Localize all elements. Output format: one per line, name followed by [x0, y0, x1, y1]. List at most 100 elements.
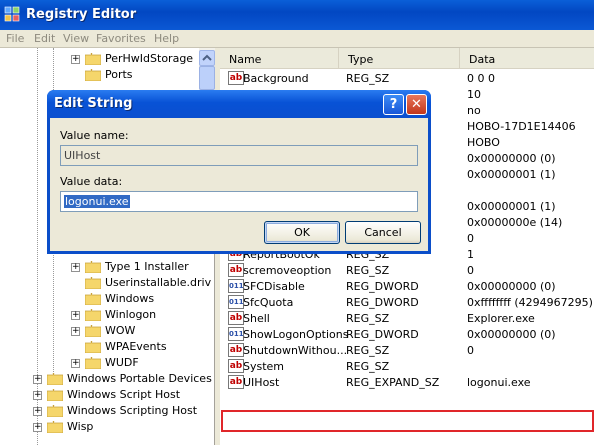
binary-value-icon: 011 [228, 295, 244, 309]
value-type: REG_EXPAND_SZ [346, 376, 440, 389]
value-data: 1 [467, 248, 474, 261]
list-row[interactable]: 011 ShowLogonOptions REG_DWORD 0x00000000 (… [220, 326, 594, 343]
value-data: 0 [467, 232, 474, 245]
ok-button[interactable]: OK [264, 221, 340, 244]
folder-icon [85, 261, 101, 273]
string-value-icon: ab [228, 359, 244, 373]
expand-icon[interactable]: + [33, 407, 42, 416]
folder-icon [47, 389, 63, 401]
expand-icon[interactable]: + [71, 327, 80, 336]
value-data: HOBO-17D1E14406 [467, 120, 576, 133]
folder-icon [85, 293, 101, 305]
scroll-up-button[interactable] [199, 50, 215, 66]
folder-icon [85, 309, 101, 321]
value-name: SFCDisable [243, 280, 305, 293]
window-title: Registry Editor [26, 7, 137, 22]
value-data: 0 [467, 344, 474, 357]
dialog-title: Edit String [54, 96, 133, 111]
value-data: 0x00000000 (0) [467, 328, 556, 341]
column-header-name[interactable]: Name [220, 48, 339, 69]
value-name: ShowLogonOptions [243, 328, 349, 341]
dialog-body: Value name: UIHost Value data: logonui.e… [50, 118, 428, 251]
value-type: REG_DWORD [346, 296, 419, 309]
string-value-icon: ab [228, 343, 244, 357]
list-header: Name Type Data [220, 48, 594, 69]
window-titlebar[interactable]: Registry Editor [0, 0, 594, 30]
help-icon: ? [389, 97, 398, 112]
value-name-field: UIHost [60, 145, 418, 166]
value-data: 0xffffffff (4294967295) [467, 296, 593, 309]
help-button[interactable]: ? [383, 94, 404, 115]
value-type: REG_SZ [346, 360, 390, 373]
list-row[interactable]: ab ShutdownWithou... REG_SZ 0 [220, 342, 594, 359]
close-icon: ✕ [411, 97, 422, 112]
list-row[interactable]: ab Background REG_SZ 0 0 0 [220, 70, 594, 87]
value-data: logonui.exe [467, 376, 531, 389]
close-button[interactable]: ✕ [406, 94, 427, 115]
folder-icon [47, 373, 63, 385]
expand-icon[interactable]: + [33, 375, 42, 384]
binary-value-icon: 011 [228, 279, 244, 293]
folder-icon [85, 325, 101, 337]
expand-icon[interactable]: + [71, 311, 80, 320]
folder-icon [85, 69, 101, 81]
cancel-button[interactable]: Cancel [345, 221, 421, 244]
expand-icon[interactable]: + [71, 55, 80, 64]
value-data: 0x00000001 (1) [467, 200, 556, 213]
folder-icon [85, 357, 101, 369]
value-data: 0x00000001 (1) [467, 168, 556, 181]
value-data: 10 [467, 88, 481, 101]
value-name: Shell [243, 312, 270, 325]
value-name: SfcQuota [243, 296, 294, 309]
menu-favorites[interactable]: Favorites [96, 32, 146, 45]
value-data-input[interactable]: logonui.exe [60, 191, 418, 212]
value-data: 0 0 0 [467, 72, 495, 85]
string-value-icon: ab [228, 263, 244, 277]
expand-icon[interactable]: + [33, 391, 42, 400]
value-type: REG_SZ [346, 344, 390, 357]
column-header-data[interactable]: Data [460, 48, 594, 69]
value-data: 0x00000000 (0) [467, 280, 556, 293]
value-type: REG_SZ [346, 312, 390, 325]
menu-bar: File Edit View Favorites Help [0, 30, 594, 48]
edit-string-dialog: Edit String ? ✕ Value name: UIHost Value… [47, 90, 431, 254]
menu-edit[interactable]: Edit [34, 32, 55, 45]
value-data: HOBO [467, 136, 500, 149]
menu-help[interactable]: Help [154, 32, 179, 45]
menu-file[interactable]: File [6, 32, 24, 45]
chevron-up-icon [202, 54, 212, 61]
scroll-thumb[interactable] [199, 66, 215, 90]
highlight-annotation [221, 410, 594, 432]
value-data: no [467, 104, 481, 117]
list-row[interactable]: ab UIHost REG_EXPAND_SZ logonui.exe [220, 374, 594, 391]
value-data: 0x00000000 (0) [467, 152, 556, 165]
list-row[interactable]: ab System REG_SZ [220, 358, 594, 375]
list-row[interactable]: 011 SfcQuota REG_DWORD 0xffffffff (42949672… [220, 294, 594, 311]
value-name: ShutdownWithou... [243, 344, 348, 357]
list-row[interactable]: ab scremoveoption REG_SZ 0 [220, 262, 594, 279]
value-name: scremoveoption [243, 264, 332, 277]
value-name: System [243, 360, 285, 373]
value-name: Background [243, 72, 309, 85]
folder-icon [47, 421, 63, 433]
menu-view[interactable]: View [63, 32, 89, 45]
list-row[interactable]: 011 SFCDisable REG_DWORD 0x00000000 (0) [220, 278, 594, 295]
expand-icon[interactable]: + [33, 423, 42, 432]
expand-icon[interactable]: + [71, 263, 80, 272]
dialog-titlebar[interactable]: Edit String ? ✕ [47, 90, 431, 118]
string-value-icon: ab [228, 71, 244, 85]
list-row[interactable]: ab Shell REG_SZ Explorer.exe [220, 310, 594, 327]
value-data: 0x0000000e (14) [467, 216, 563, 229]
value-name-label: Value name: [60, 129, 129, 142]
string-value-icon: ab [228, 375, 244, 389]
binary-value-icon: 011 [228, 327, 244, 341]
column-header-type[interactable]: Type [339, 48, 460, 69]
folder-icon [85, 277, 101, 289]
value-type: REG_SZ [346, 264, 390, 277]
folder-icon [85, 341, 101, 353]
folder-icon [85, 53, 101, 65]
value-type: REG_SZ [346, 72, 390, 85]
value-type: REG_DWORD [346, 328, 419, 341]
expand-icon[interactable]: + [71, 359, 80, 368]
registry-editor-icon [4, 6, 20, 22]
